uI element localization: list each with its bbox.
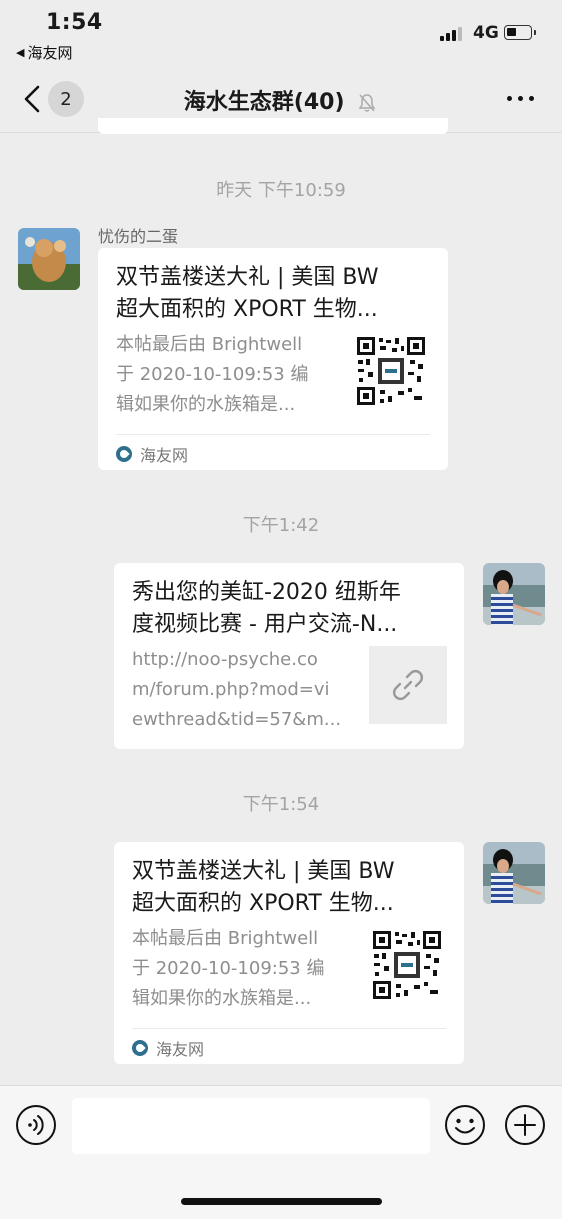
card-title: 度视频比赛 - 用户交流-N... [132, 612, 398, 637]
card-title: 双节盖楼送大礼 | 美国 BW [116, 265, 379, 290]
card-description: 于 2020-10-109:53 编 [132, 958, 325, 979]
card-description: http://noo-psyche.co [132, 649, 318, 670]
home-indicator[interactable] [181, 1198, 382, 1205]
battery-icon [504, 25, 536, 40]
bell-slash-icon [358, 94, 376, 112]
smiley-icon [445, 1105, 485, 1145]
card-description: ewthread&tid=57&m... [132, 709, 342, 730]
sender-name: 忧伤的二蛋 [98, 227, 179, 246]
source-logo-icon [116, 446, 132, 462]
emoji-button[interactable] [444, 1104, 486, 1146]
avatar[interactable] [18, 228, 80, 290]
card-description: 于 2020-10-109:53 编 [116, 364, 309, 385]
link-card[interactable]: 秀出您的美缸-2020 纽斯年 度视频比赛 - 用户交流-N... http:/… [114, 563, 464, 749]
card-source: 海友网 [132, 1036, 204, 1060]
qr-code-thumbnail [356, 336, 426, 406]
back-to-app-link[interactable]: ◀ 海友网 [16, 42, 72, 63]
message-input[interactable] [72, 1098, 430, 1154]
card-description: 辑如果你的水族箱是... [116, 394, 296, 415]
plus-circle-icon [505, 1105, 545, 1145]
card-description: 本帖最后由 Brightwell [116, 334, 303, 355]
card-title: 超大面积的 XPORT 生物... [132, 891, 394, 916]
clock: 1:54 [46, 10, 103, 35]
signal-icon [440, 27, 462, 41]
card-description: 辑如果你的水族箱是... [132, 988, 312, 1009]
card-title: 超大面积的 XPORT 生物... [116, 297, 378, 322]
link-icon [393, 670, 423, 700]
card-divider [132, 1028, 446, 1029]
voice-icon [16, 1105, 56, 1145]
timestamp: 昨天 下午10:59 [216, 180, 346, 201]
card-divider [116, 434, 430, 435]
avatar[interactable] [483, 842, 545, 904]
link-card[interactable]: 双节盖楼送大礼 | 美国 BW 超大面积的 XPORT 生物... 本帖最后由 … [114, 842, 464, 1064]
source-name: 海友网 [156, 1040, 205, 1059]
card-source: 海友网 [116, 442, 188, 466]
qr-code-thumbnail [372, 930, 442, 1000]
card-description: 本帖最后由 Brightwell [132, 928, 319, 949]
timestamp: 下午1:54 [242, 794, 320, 815]
voice-button[interactable] [15, 1104, 57, 1146]
link-card[interactable]: 双节盖楼送大礼 | 美国 BW 超大面积的 XPORT 生物... 本帖最后由 … [98, 248, 448, 470]
timestamp: 下午1:42 [242, 515, 320, 536]
back-triangle-icon: ◀ [16, 46, 25, 59]
previous-message-edge [98, 118, 448, 134]
chat-title-wrap: 海水生态群(40) [0, 84, 562, 116]
more-functions-button[interactable] [504, 1104, 546, 1146]
card-title: 秀出您的美缸-2020 纽斯年 [132, 580, 401, 605]
source-name: 海友网 [140, 446, 189, 465]
source-logo-icon [132, 1040, 148, 1056]
back-app-label: 海友网 [27, 44, 73, 62]
card-description: m/forum.php?mod=vi [132, 679, 330, 700]
link-thumbnail [369, 646, 447, 724]
chat-title: 海水生态群(40) [183, 90, 345, 115]
network-type: 4G [473, 23, 499, 43]
avatar[interactable] [483, 563, 545, 625]
card-title: 双节盖楼送大礼 | 美国 BW [132, 859, 395, 884]
more-dots-icon[interactable] [507, 96, 534, 101]
status-bar: 1:54 ◀ 海友网 4G [0, 0, 562, 70]
